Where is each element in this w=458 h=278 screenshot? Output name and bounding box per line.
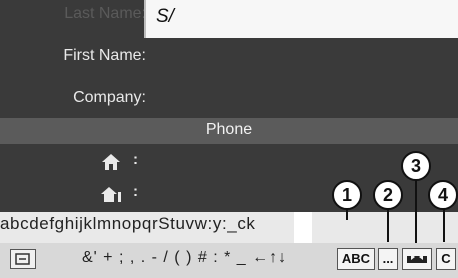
abc-button[interactable]: ABC bbox=[337, 248, 375, 270]
screen: Last Name: S/ First Name: Company: Phone… bbox=[0, 0, 458, 278]
callout-line-3 bbox=[415, 177, 417, 243]
phone-header: Phone bbox=[0, 118, 458, 144]
home-phone-icon bbox=[102, 154, 120, 170]
input-mode-button[interactable] bbox=[402, 248, 432, 270]
callout-line-4 bbox=[443, 206, 445, 242]
company-label: Company: bbox=[73, 89, 146, 106]
symbol-list[interactable]: &' + ; , . - / ( ) # : * _ ←↑↓ bbox=[82, 249, 287, 267]
more-characters-button[interactable]: ... bbox=[378, 248, 398, 270]
callout-4: 4 bbox=[428, 180, 458, 210]
callout-2: 2 bbox=[373, 180, 403, 210]
character-bar[interactable]: abcdefghijklmnopqrStuvw:y:_ck bbox=[0, 212, 458, 243]
phone-row-home[interactable]: : bbox=[0, 148, 458, 178]
last-name-value: S/ bbox=[156, 6, 174, 27]
selected-character-highlight bbox=[294, 212, 312, 243]
input-mode-icon bbox=[407, 254, 427, 263]
back-icon bbox=[15, 253, 30, 265]
input-toolbar: &' + ; , . - / ( ) # : * _ ←↑↓ ABC ... C bbox=[0, 243, 458, 278]
last-name-label: Last Name: bbox=[64, 5, 146, 22]
clear-button[interactable]: C bbox=[436, 248, 456, 270]
phone-separator: : bbox=[133, 151, 138, 168]
first-name-label: First Name: bbox=[63, 47, 146, 64]
phone-separator: : bbox=[133, 183, 138, 200]
phone-label: Phone bbox=[205, 121, 253, 138]
callout-line-2 bbox=[387, 206, 389, 242]
first-name-row[interactable]: First Name: bbox=[0, 40, 458, 78]
callout-1: 1 bbox=[332, 180, 362, 210]
last-name-field[interactable]: S/ bbox=[144, 0, 458, 38]
back-button[interactable] bbox=[10, 249, 36, 269]
callout-3: 3 bbox=[401, 151, 431, 181]
home-mobile-icon bbox=[101, 187, 121, 202]
company-row[interactable]: Company: bbox=[0, 82, 458, 120]
character-list[interactable]: abcdefghijklmnopqrStuvw:y:_ck bbox=[0, 214, 256, 234]
